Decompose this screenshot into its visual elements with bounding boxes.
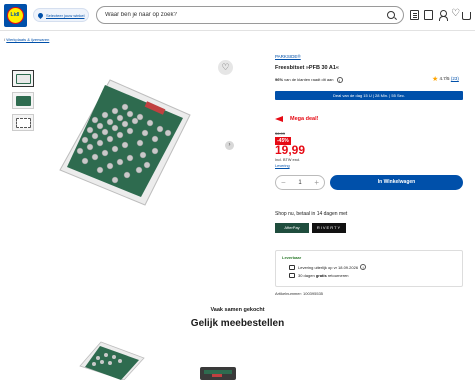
add-to-favorites-button[interactable]: ♡: [218, 60, 233, 75]
delivery-date-row: Levering uiterlijk op vr 18.09.2026 i: [282, 264, 456, 270]
search-input[interactable]: [105, 12, 387, 18]
thumbnail-gallery: [12, 70, 34, 136]
returns-row: 30 dagen gratis retourneren: [282, 273, 456, 278]
vat-note: Incl. BTW excl.: [275, 158, 301, 162]
rating[interactable]: ★ 4.7/5 (23): [432, 75, 459, 83]
deal-of-the-day-bar: Deal van de dag 15 U | 28 Min. | 55 Sec.: [275, 91, 463, 100]
delivery-link[interactable]: Levering: [275, 164, 290, 168]
add-to-cart-button[interactable]: In Winkelwagen: [330, 175, 463, 190]
site-header: Lidl Selecteer jouw winkel ♡: [0, 0, 475, 31]
user-icon[interactable]: [438, 10, 448, 21]
increase-quantity-button[interactable]: +: [314, 178, 319, 187]
recommendation-text: 96% van de klanten raadt dit aan i: [275, 77, 343, 83]
loyalty-card-icon[interactable]: [424, 10, 433, 20]
product-image: [59, 79, 191, 206]
thumbnail-2[interactable]: [12, 92, 34, 109]
afterpay-logo: AfterPay: [275, 223, 309, 233]
location-pin-icon: [36, 11, 45, 19]
next-image-button[interactable]: ›: [225, 141, 234, 150]
riverty-logo: RIVERTY: [312, 223, 346, 233]
breadcrumb: / Werkplaats & ijzerwaren: [4, 37, 50, 42]
chevron-right-icon: ›: [228, 142, 231, 148]
order-also-heading: Gelijk meebestellen: [190, 318, 285, 329]
truck-icon: [289, 264, 295, 270]
pay-later-label: Shop nu, betaal in 14 dagen met: [275, 211, 348, 217]
delivery-info-box: Leverbaar Levering uiterlijk op vr 18.09…: [275, 250, 463, 287]
mega-deal-badge: Mega deal!: [275, 114, 318, 124]
store-select-label: Selecteer jouw winkel: [46, 12, 85, 18]
store-select-button[interactable]: Selecteer jouw winkel: [33, 8, 89, 22]
quantity-value[interactable]: 1: [298, 180, 301, 186]
decrease-quantity-button[interactable]: −: [281, 178, 286, 187]
breadcrumb-category-link[interactable]: Werkplaats & ijzerwaren: [6, 37, 49, 42]
search-bar[interactable]: [96, 6, 404, 24]
favorites-icon[interactable]: ♡: [451, 9, 460, 19]
price: 19,99: [275, 143, 306, 157]
star-icon: ★: [432, 76, 439, 83]
recommended-product-1-image[interactable]: [76, 340, 146, 380]
thumbnail-1[interactable]: [12, 70, 34, 87]
bought-together-label: Vaak samen gekocht: [210, 307, 265, 313]
product-title: Freesbitset »PFB 30 A1«: [275, 65, 339, 71]
recommended-product-2-image[interactable]: [198, 364, 238, 380]
heart-icon: ♡: [221, 62, 230, 72]
old-price: 36,99: [275, 131, 286, 136]
brand-link[interactable]: PARKSIDE®: [275, 54, 301, 59]
info-icon[interactable]: i: [336, 77, 343, 83]
thumbnail-3[interactable]: [12, 114, 34, 131]
megaphone-icon: [275, 114, 287, 124]
info-icon[interactable]: i: [360, 264, 367, 270]
reviews-link[interactable]: (23): [451, 76, 459, 81]
quantity-stepper[interactable]: − 1 +: [275, 175, 325, 190]
return-icon: [289, 273, 295, 278]
article-number: Artikelnummer: 100395535: [275, 291, 324, 296]
shopping-list-icon[interactable]: [410, 10, 419, 20]
cart-icon[interactable]: [462, 12, 471, 20]
search-icon[interactable]: [387, 11, 395, 19]
lidl-logo[interactable]: Lidl: [4, 4, 27, 27]
availability-status: Leverbaar: [282, 255, 302, 260]
